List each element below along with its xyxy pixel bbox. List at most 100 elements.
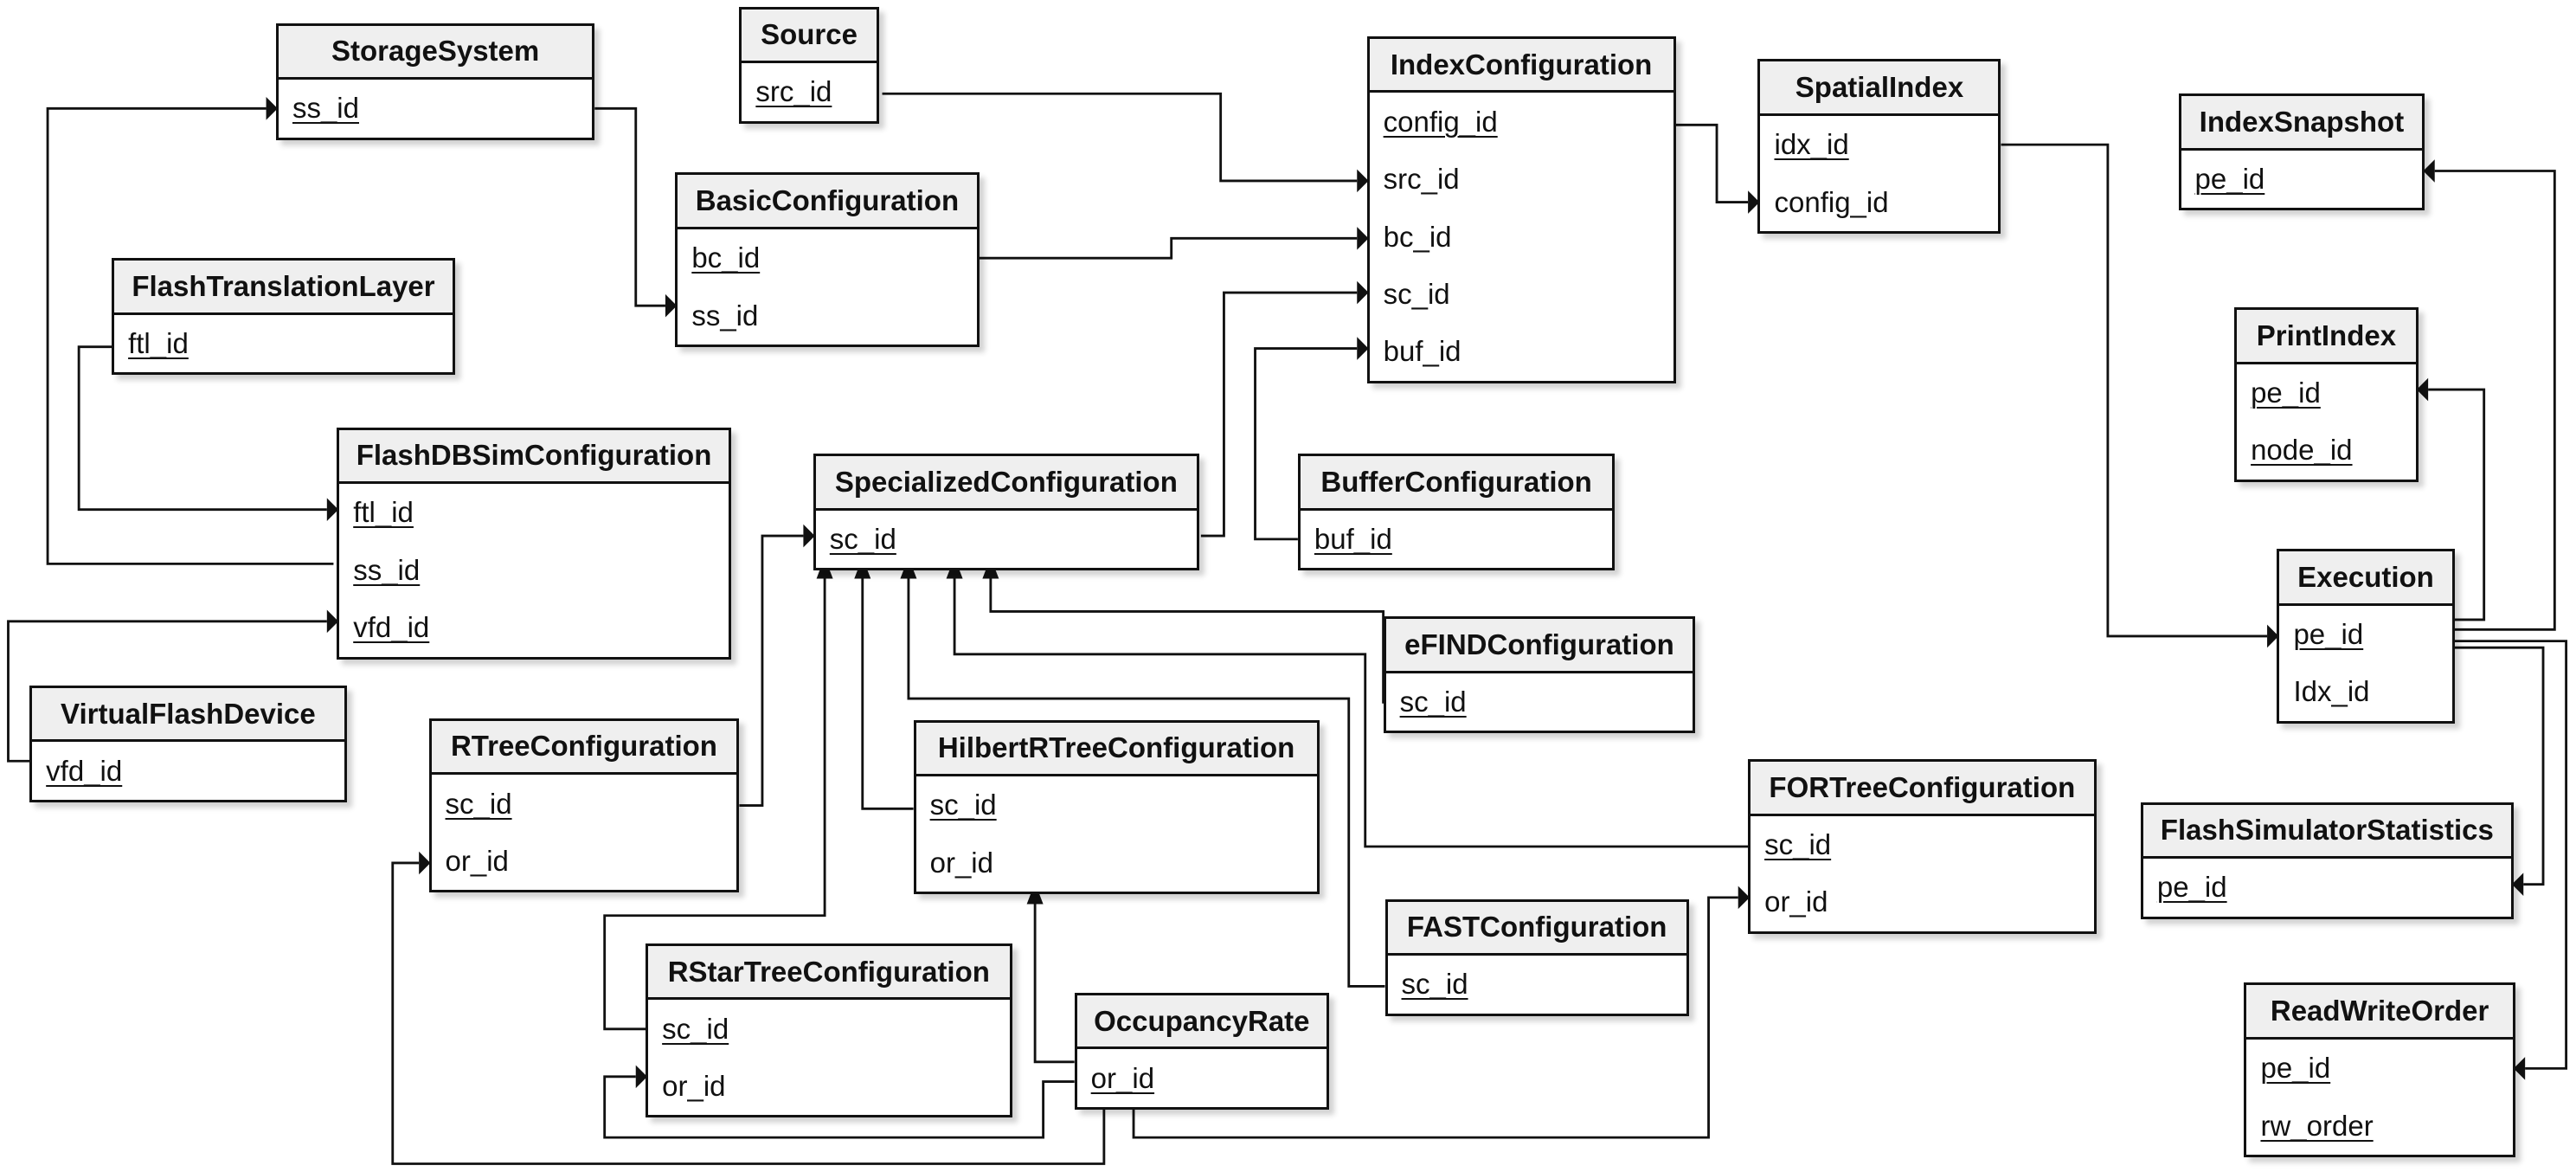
entity-title: FlashTranslationLayer: [114, 261, 453, 315]
relationship-connector: [982, 557, 1385, 704]
attribute-name: pe_id: [2251, 376, 2321, 409]
primary-key-attribute: ss_id: [339, 542, 729, 599]
attribute-name: sc_id: [929, 789, 997, 821]
primary-key-attribute: pe_id: [2181, 151, 2423, 208]
entity-title: FlashSimulatorStatistics: [2142, 804, 2511, 860]
entity-title: SpecializedConfiguration: [815, 456, 1197, 511]
connector-line: [979, 236, 1358, 260]
entity-title: FASTConfiguration: [1387, 901, 1686, 956]
entity-title: BasicConfiguration: [678, 175, 977, 229]
primary-key-attribute: ftl_id: [339, 484, 729, 541]
entity-title: FlashDBSimConfiguration: [339, 429, 729, 485]
connector-line: [594, 106, 665, 307]
entity-execution: Execution pe_id Idx_id: [2277, 549, 2455, 724]
primary-key-attribute: node_id: [2237, 422, 2416, 479]
entity-hilbert-r-tree-configuration: HilbertRTreeConfiguration sc_id or_id: [913, 719, 1320, 895]
attribute-name: ss_id: [691, 299, 759, 332]
attribute-name: sc_id: [1399, 685, 1467, 718]
attribute-name: or_id: [662, 1070, 726, 1103]
attribute-name: bc_id: [1383, 220, 1452, 253]
entity-title: BufferConfiguration: [1300, 456, 1613, 511]
primary-key-attribute: sc_id: [1388, 956, 1686, 1013]
entity-title: VirtualFlashDevice: [32, 687, 344, 743]
attribute: src_id: [1370, 151, 1673, 208]
attribute: config_id: [1760, 173, 1998, 230]
connector-line: [861, 578, 914, 810]
attribute-name: sc_id: [662, 1012, 729, 1045]
attribute-name: or_id: [1090, 1061, 1155, 1094]
entity-flash-translation-layer: FlashTranslationLayer ftl_id: [112, 258, 455, 376]
attribute-name: Idx_id: [2293, 675, 2370, 708]
er-diagram-canvas: StorageSystem ss_id Source src_id IndexConfi…: [0, 0, 2576, 1172]
primary-key-attribute: sc_id: [648, 1000, 1009, 1057]
attribute-name: sc_id: [1383, 277, 1450, 310]
primary-key-attribute: pe_id: [2143, 859, 2511, 916]
entity-flash-simulator-statistics: FlashSimulatorStatistics pe_id: [2140, 802, 2514, 919]
attribute: or_id: [916, 834, 1317, 892]
primary-key-attribute: sc_id: [1386, 673, 1693, 731]
entity-title: eFINDConfiguration: [1385, 618, 1693, 673]
entity-title: ReadWriteOrder: [2246, 985, 2513, 1040]
primary-key-attribute: ss_id: [279, 80, 592, 137]
connector-line: [989, 578, 1385, 704]
connector-line: [2001, 143, 2268, 638]
attribute-name: pe_id: [2194, 163, 2265, 196]
entity-title: IndexConfiguration: [1369, 38, 1673, 93]
arrowhead-icon: [2416, 377, 2429, 402]
arrowhead-icon: [2511, 873, 2524, 896]
entity-read-write-order: ReadWriteOrder pe_id rw_order: [2244, 982, 2515, 1157]
primary-key-attribute: rw_order: [2246, 1097, 2512, 1154]
entity-for-tree-configuration: FORTreeConfiguration sc_id or_id: [1748, 759, 2097, 934]
attribute-name: rw_order: [2260, 1109, 2374, 1142]
entity-buffer-configuration: BufferConfiguration buf_id: [1297, 454, 1616, 571]
primary-key-attribute: ftl_id: [114, 315, 453, 372]
entity-title: RTreeConfiguration: [431, 720, 737, 776]
entity-title: SpatialIndex: [1760, 61, 1999, 116]
primary-key-attribute: sc_id: [916, 776, 1317, 834]
entity-title: Source: [742, 9, 877, 64]
entity-flash-db-sim-configuration: FlashDBSimConfiguration ftl_id ss_id vfd_id: [337, 427, 731, 660]
attribute-name: ftl_id: [353, 496, 414, 529]
relationship-connector: [979, 227, 1369, 260]
entity-fast-configuration: FASTConfiguration sc_id: [1384, 898, 1689, 1016]
entity-basic-configuration: BasicConfiguration bc_id ss_id: [675, 172, 980, 347]
attribute-name: src_id: [755, 75, 832, 108]
primary-key-attribute: buf_id: [1301, 511, 1612, 568]
primary-key-attribute: bc_id: [678, 229, 976, 287]
entity-occupancy-rate: OccupancyRate or_id: [1074, 992, 1329, 1110]
connector-line: [1675, 123, 1749, 204]
relationship-connector: [854, 557, 914, 810]
entity-r-tree-configuration: RTreeConfiguration sc_id or_id: [428, 718, 740, 893]
primary-key-attribute: pe_id: [2237, 364, 2416, 422]
entity-source: Source src_id: [739, 6, 879, 124]
attribute-name: node_id: [2251, 434, 2353, 467]
attribute-name: config_id: [1383, 105, 1498, 138]
attribute-name: src_id: [1383, 163, 1460, 196]
primary-key-attribute: idx_id: [1760, 116, 1998, 173]
arrowhead-icon: [2513, 1057, 2526, 1080]
connector-line: [882, 92, 1358, 183]
attribute-name: bc_id: [691, 241, 761, 274]
entity-title: StorageSystem: [278, 25, 593, 80]
attribute: or_id: [648, 1058, 1009, 1115]
attribute-name: sc_id: [1401, 968, 1468, 1001]
attribute: ss_id: [678, 287, 976, 344]
primary-key-attribute: sc_id: [816, 511, 1197, 568]
attribute-name: vfd_id: [46, 754, 123, 787]
entity-title: Execution: [2279, 551, 2452, 606]
attribute: buf_id: [1370, 323, 1673, 380]
primary-key-attribute: pe_id: [2246, 1040, 2512, 1097]
attribute-name: pe_id: [2260, 1052, 2331, 1085]
attribute: bc_id: [1370, 208, 1673, 265]
attribute-name: pe_id: [2156, 871, 2227, 904]
entity-e-find-configuration: eFINDConfiguration sc_id: [1383, 615, 1696, 734]
attribute-name: or_id: [445, 844, 509, 877]
connector-line: [1033, 904, 1075, 1064]
entity-virtual-flash-device: VirtualFlashDevice vfd_id: [29, 685, 347, 802]
attribute-name: sc_id: [445, 787, 512, 820]
entity-title: FORTreeConfiguration: [1751, 762, 2094, 816]
attribute-name: config_id: [1774, 185, 1889, 218]
relationship-connector: [594, 106, 678, 318]
attribute-name: or_id: [1764, 885, 1828, 918]
attribute-name: sc_id: [1764, 828, 1832, 860]
